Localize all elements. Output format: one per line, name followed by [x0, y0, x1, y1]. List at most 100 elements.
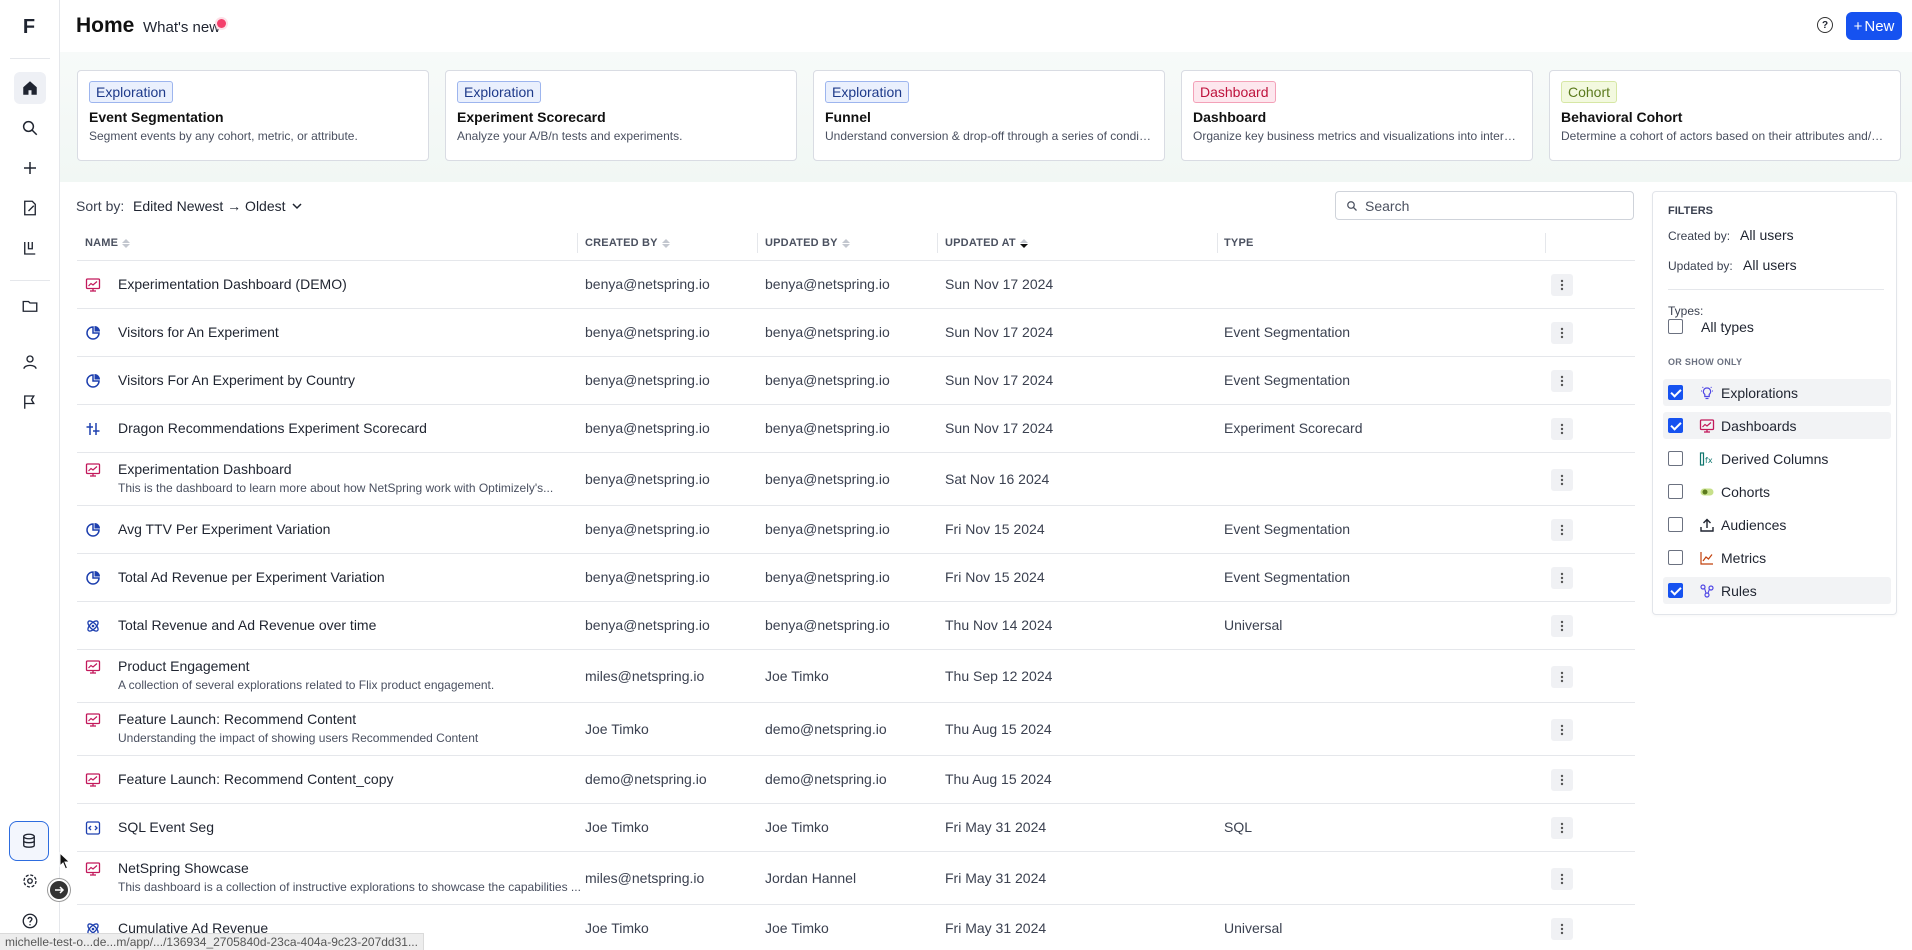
user-icon[interactable]: [14, 346, 46, 378]
column-divider[interactable]: [577, 233, 578, 253]
more-options-icon[interactable]: [1551, 370, 1573, 392]
more-options-icon[interactable]: [1551, 468, 1573, 491]
table-row[interactable]: Feature Launch: Recommend Content Underst…: [77, 703, 1635, 756]
app-logo[interactable]: F: [10, 8, 48, 46]
lab-icon[interactable]: [14, 232, 46, 264]
table-row[interactable]: Total Ad Revenue per Experiment Variatio…: [77, 554, 1635, 602]
created-by-select[interactable]: All users: [1740, 227, 1794, 243]
row-type: Event Segmentation: [1224, 569, 1351, 585]
database-icon[interactable]: [9, 821, 49, 861]
search-input[interactable]: [1365, 197, 1615, 214]
col-created-by-header[interactable]: CREATED BY: [585, 237, 670, 249]
filter-checkbox[interactable]: [1668, 385, 1683, 400]
table-row[interactable]: Feature Launch: Recommend Content_copy de…: [77, 756, 1635, 804]
filter-option[interactable]: Metrics: [1663, 544, 1891, 571]
col-updated-by-header[interactable]: UPDATED BY: [765, 237, 850, 249]
table-row[interactable]: Avg TTV Per Experiment Variation benya@ne…: [77, 506, 1635, 554]
filter-checkbox[interactable]: [1668, 517, 1683, 532]
template-card[interactable]: Cohort Behavioral Cohort Determine a cohor…: [1549, 70, 1901, 161]
row-name[interactable]: NetSpring Showcase: [118, 860, 249, 876]
row-name[interactable]: Experimentation Dashboard: [118, 461, 292, 477]
table-row[interactable]: Total Revenue and Ad Revenue over time be…: [77, 602, 1635, 650]
filter-checkbox[interactable]: [1668, 451, 1683, 466]
table-row[interactable]: Experimentation Dashboard (DEMO) benya@ne…: [77, 261, 1635, 309]
row-name[interactable]: Visitors for An Experiment: [118, 324, 279, 340]
more-options-icon[interactable]: [1551, 665, 1573, 688]
template-card[interactable]: Exploration Funnel Understand conversion &…: [813, 70, 1165, 161]
table-row[interactable]: Product Engagement A collection of severa…: [77, 650, 1635, 703]
plus-icon[interactable]: [14, 152, 46, 184]
more-options-icon[interactable]: [1551, 322, 1573, 344]
filter-option[interactable]: Dashboards: [1663, 412, 1891, 439]
updated-by-select[interactable]: All users: [1743, 257, 1797, 273]
row-name[interactable]: Product Engagement: [118, 658, 250, 674]
filter-all-types[interactable]: All types: [1663, 313, 1891, 340]
filter-checkbox[interactable]: [1668, 550, 1683, 565]
more-options-icon[interactable]: [1551, 718, 1573, 741]
more-options-icon[interactable]: [1551, 615, 1573, 637]
all-types-checkbox[interactable]: [1668, 319, 1683, 334]
more-options-icon[interactable]: [1551, 567, 1573, 589]
row-updated-by: benya@netspring.io: [765, 276, 890, 292]
more-options-icon[interactable]: [1551, 418, 1573, 440]
filter-option[interactable]: Audiences: [1663, 511, 1891, 538]
row-name[interactable]: Total Ad Revenue per Experiment Variatio…: [118, 569, 385, 585]
search-box[interactable]: [1335, 191, 1634, 220]
row-name[interactable]: Feature Launch: Recommend Content_copy: [118, 771, 394, 787]
column-divider[interactable]: [937, 233, 938, 253]
filter-checkbox[interactable]: [1668, 484, 1683, 499]
filter-option[interactable]: Cohorts: [1663, 478, 1891, 505]
search-icon[interactable]: [14, 112, 46, 144]
template-card[interactable]: Exploration Event Segmentation Segment eve…: [77, 70, 429, 161]
home-icon[interactable]: [14, 72, 46, 104]
table-row[interactable]: NetSpring Showcase This dashboard is a co…: [77, 852, 1635, 905]
more-options-icon[interactable]: [1551, 519, 1573, 541]
folder-icon[interactable]: [14, 290, 46, 322]
column-divider[interactable]: [1217, 233, 1218, 253]
gear-icon[interactable]: [14, 865, 46, 897]
template-card[interactable]: Dashboard Dashboard Organize key business …: [1181, 70, 1533, 161]
row-name[interactable]: Avg TTV Per Experiment Variation: [118, 521, 330, 537]
filter-checkbox[interactable]: [1668, 418, 1683, 433]
template-card[interactable]: Exploration Experiment Scorecard Analyze y…: [445, 70, 797, 161]
row-name[interactable]: Experimentation Dashboard (DEMO): [118, 276, 347, 292]
column-divider[interactable]: [1545, 233, 1546, 253]
filter-option[interactable]: Rules: [1663, 577, 1891, 604]
col-name-header[interactable]: NAME: [85, 237, 131, 249]
row-name[interactable]: Visitors For An Experiment by Country: [118, 372, 355, 388]
column-divider[interactable]: [757, 233, 758, 253]
row-name[interactable]: Dragon Recommendations Experiment Scorec…: [118, 420, 427, 436]
table-row[interactable]: Dragon Recommendations Experiment Scorec…: [77, 405, 1635, 453]
or-show-only-label: OR SHOW ONLY: [1668, 357, 1743, 367]
more-options-icon[interactable]: [1551, 817, 1573, 839]
flag-icon[interactable]: [14, 386, 46, 418]
table-row[interactable]: Visitors for An Experiment benya@netsprin…: [77, 309, 1635, 357]
whats-new-link[interactable]: What's new: [143, 19, 220, 36]
filter-option[interactable]: Explorations: [1663, 379, 1891, 406]
filter-checkbox[interactable]: [1668, 583, 1683, 598]
table-row[interactable]: SQL Event Seg Joe Timko Joe Timko Fri May 3…: [77, 804, 1635, 852]
row-updated-at: Sun Nov 17 2024: [945, 420, 1054, 436]
filter-option[interactable]: fx Derived Columns: [1663, 445, 1891, 472]
more-options-icon[interactable]: [1551, 867, 1573, 890]
col-type-header[interactable]: TYPE: [1224, 237, 1254, 249]
card-title: Dashboard: [1193, 109, 1267, 125]
help-circle-icon[interactable]: ?: [1817, 17, 1833, 33]
row-type: Universal: [1224, 920, 1283, 936]
table-row[interactable]: Visitors For An Experiment by Country ben…: [77, 357, 1635, 405]
sort-dropdown[interactable]: Edited Newest → Oldest: [133, 198, 302, 214]
row-name[interactable]: Total Revenue and Ad Revenue over time: [118, 617, 376, 633]
row-name[interactable]: Feature Launch: Recommend Content: [118, 711, 356, 727]
edit-document-icon[interactable]: [14, 192, 46, 224]
more-options-icon[interactable]: [1551, 274, 1573, 296]
filter-option-label: Dashboards: [1721, 417, 1797, 434]
more-options-icon[interactable]: [1551, 918, 1573, 940]
row-type: Experiment Scorecard: [1224, 420, 1363, 436]
table-row[interactable]: Experimentation Dashboard This is the das…: [77, 453, 1635, 506]
more-options-icon[interactable]: [1551, 769, 1573, 791]
row-updated-at: Fri May 31 2024: [945, 869, 1047, 886]
col-updated-at-header[interactable]: UPDATED AT: [945, 237, 1028, 249]
arrow-right-circle-icon[interactable]: [48, 879, 70, 901]
new-button[interactable]: + New: [1846, 12, 1902, 40]
row-name[interactable]: SQL Event Seg: [118, 819, 214, 835]
